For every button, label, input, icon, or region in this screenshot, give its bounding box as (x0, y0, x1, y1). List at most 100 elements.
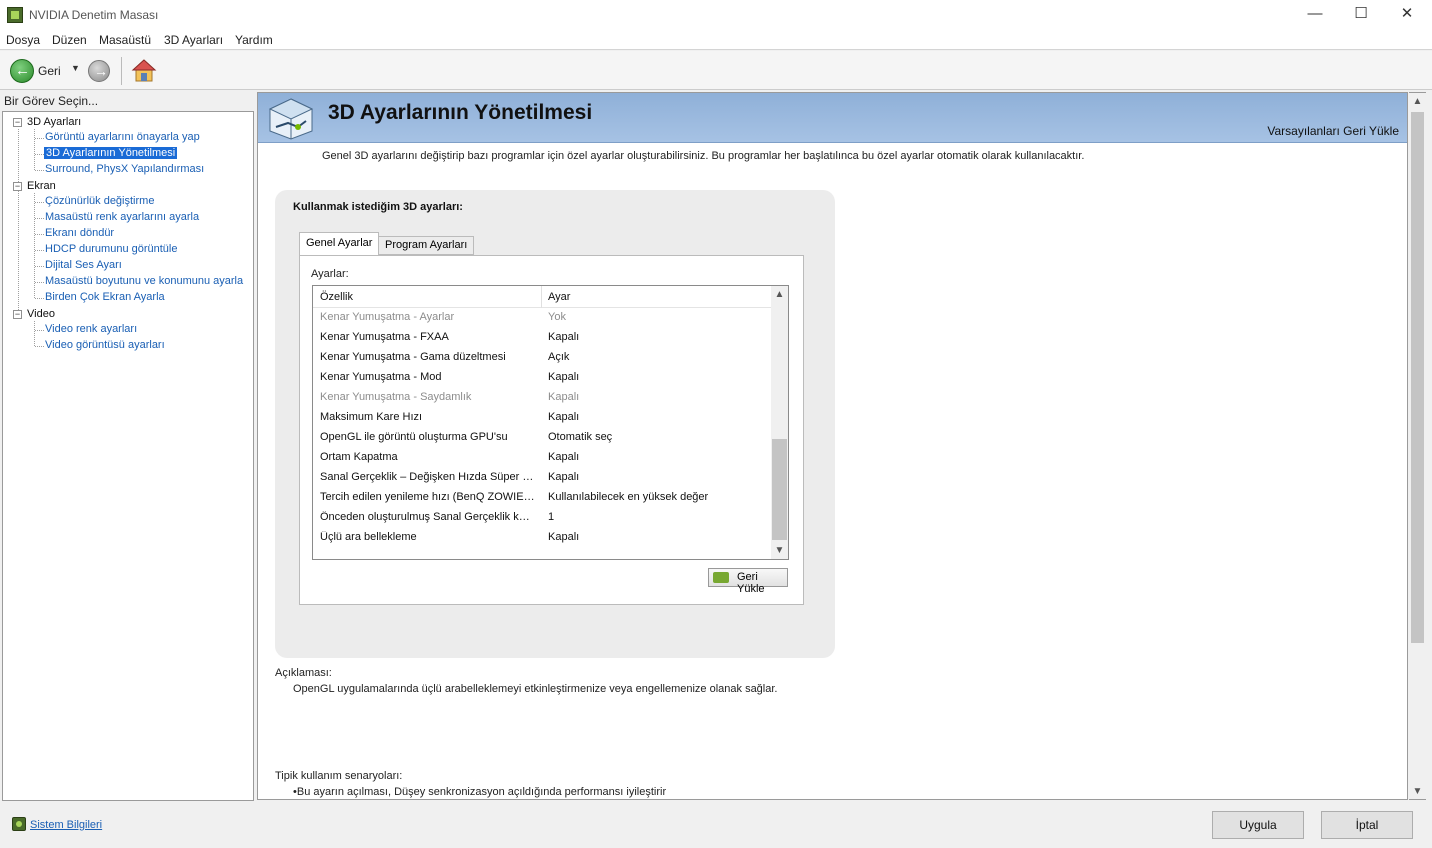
back-dropdown-icon[interactable]: ▼ (71, 63, 80, 73)
tree-item-renk-ayarlari[interactable]: Masaüstü renk ayarlarını ayarla (45, 211, 199, 223)
back-button[interactable]: ← (10, 59, 34, 83)
menu-yardim[interactable]: Yardım (235, 33, 273, 47)
menu-dosya[interactable]: Dosya (6, 33, 40, 47)
tree-line (35, 234, 44, 235)
grid-row[interactable]: Maksimum Kare Hızı Kapalı (313, 408, 771, 428)
tree-line (35, 266, 44, 267)
restore-button[interactable]: Geri Yükle (708, 568, 788, 595)
value-cell[interactable]: Otomatik seç (548, 431, 768, 443)
cancel-button[interactable]: İptal (1321, 811, 1413, 839)
maximize-button[interactable]: ☐ (1338, 0, 1384, 30)
value-cell[interactable]: Kapalı (548, 391, 768, 403)
value-cell[interactable]: Kapalı (548, 331, 768, 343)
minimize-button[interactable]: — (1292, 0, 1338, 30)
feature-cell: Ortam Kapatma (320, 451, 398, 463)
task-tree: − 3D Ayarları Görüntü ayarlarını önayarl… (2, 111, 254, 801)
tree-line (35, 250, 44, 251)
3d-cube-icon (268, 97, 314, 141)
main-content: 3D Ayarlarının Yönetilmesi Varsayılanlar… (257, 92, 1408, 800)
description-text: OpenGL uygulamalarında üçlü arabelleklem… (293, 683, 778, 695)
toolbar: ← Geri ▼ → (0, 51, 1432, 90)
feature-cell: Önceden oluşturulmuş Sanal Gerçeklik kar… (320, 511, 535, 523)
value-cell[interactable]: Yok (548, 311, 768, 323)
feature-cell: Üçlü ara bellekleme (320, 531, 417, 543)
tree-item-cozunurluk[interactable]: Çözünürlük değiştirme (45, 195, 154, 207)
tree-item-video-renk[interactable]: Video renk ayarları (45, 323, 137, 335)
value-cell[interactable]: Kapalı (548, 451, 768, 463)
forward-button[interactable]: → (88, 60, 110, 82)
feature-cell: Kenar Yumuşatma - Gama düzeltmesi (320, 351, 506, 363)
content-scrollbar[interactable]: ▲ ▼ (1409, 92, 1426, 800)
usage-label: Tipik kullanım senaryoları: (275, 770, 403, 782)
grid-scroll-thumb[interactable] (772, 439, 787, 540)
tab-genel-ayarlar[interactable]: Genel Ayarlar (299, 232, 380, 255)
scroll-down-icon[interactable]: ▼ (1409, 783, 1426, 800)
content-scroll-thumb[interactable] (1411, 112, 1424, 643)
value-cell[interactable]: Kullanılabilecek en yüksek değer (548, 491, 768, 503)
restore-defaults-link[interactable]: Varsayılanları Geri Yükle (1267, 124, 1399, 138)
grid-row[interactable]: Ortam Kapatma Kapalı (313, 448, 771, 468)
close-button[interactable]: ✕ (1384, 0, 1430, 30)
tree-item-video-goruntu[interactable]: Video görüntüsü ayarları (45, 339, 165, 351)
nvidia-app-icon (7, 7, 23, 23)
apply-button[interactable]: Uygula (1212, 811, 1304, 839)
expand-toggle-video[interactable]: − (13, 310, 22, 319)
back-label[interactable]: Geri (38, 64, 61, 78)
grid-row[interactable]: Kenar Yumuşatma - FXAA Kapalı (313, 328, 771, 348)
menu-duzen[interactable]: Düzen (52, 33, 87, 47)
grid-row[interactable]: Kenar Yumuşatma - Ayarlar Yok (313, 308, 771, 328)
tree-line (35, 218, 44, 219)
tree-group-3d-ayarlari[interactable]: 3D Ayarları (27, 116, 81, 128)
value-cell[interactable]: 1 (548, 511, 768, 523)
scroll-down-icon[interactable]: ▼ (771, 542, 788, 559)
title-bar: NVIDIA Denetim Masası — ☐ ✕ (0, 0, 1432, 30)
system-info-link[interactable]: Sistem Bilgileri (30, 819, 102, 831)
tree-line (35, 138, 44, 139)
grid-row[interactable]: Kenar Yumuşatma - Mod Kapalı (313, 368, 771, 388)
home-icon[interactable] (131, 58, 157, 84)
grid-row[interactable]: Üçlü ara bellekleme Kapalı (313, 528, 771, 548)
value-cell[interactable]: Açık (548, 351, 768, 363)
tab-program-ayarlari[interactable]: Program Ayarları (378, 236, 475, 255)
scroll-up-icon[interactable]: ▲ (771, 286, 788, 303)
tree-group-video[interactable]: Video (27, 308, 55, 320)
tree-item-dijital-ses[interactable]: Dijital Ses Ayarı (45, 259, 122, 271)
toolbar-separator (121, 57, 122, 85)
tree-item-ekrani-dondur[interactable]: Ekranı döndür (45, 227, 114, 239)
value-cell[interactable]: Kapalı (548, 531, 768, 543)
feature-cell: Kenar Yumuşatma - Ayarlar (320, 311, 455, 323)
value-cell[interactable]: Kapalı (548, 411, 768, 423)
system-info-icon[interactable] (12, 817, 26, 831)
scroll-up-icon[interactable]: ▲ (1409, 93, 1426, 110)
intro-text: Genel 3D ayarlarını değiştirip bazı prog… (322, 150, 1085, 162)
settings-label: Ayarlar: (311, 268, 349, 280)
menu-masaustu[interactable]: Masaüstü (99, 33, 151, 47)
grid-row[interactable]: Tercih edilen yenileme hızı (BenQ ZOWIE … (313, 488, 771, 508)
tree-item-boyut-konum[interactable]: Masaüstü boyutunu ve konumunu ayarla (45, 275, 243, 287)
value-cell[interactable]: Kapalı (548, 371, 768, 383)
grid-row[interactable]: Önceden oluşturulmuş Sanal Gerçeklik kar… (313, 508, 771, 528)
grid-row[interactable]: Kenar Yumuşatma - Saydamlık Kapalı (313, 388, 771, 408)
grid-row[interactable]: Sanal Gerçeklik – Değişken Hızda Süper Ö… (313, 468, 771, 488)
value-cell[interactable]: Kapalı (548, 471, 768, 483)
column-header-value[interactable]: Ayar (548, 291, 570, 303)
column-separator (541, 286, 542, 308)
tree-item-surround-physx[interactable]: Surround, PhysX Yapılandırması (45, 163, 204, 175)
menu-3d-ayarlari[interactable]: 3D Ayarları (164, 33, 223, 47)
tree-line (35, 282, 44, 283)
grid-row[interactable]: Kenar Yumuşatma - Gama düzeltmesi Açık (313, 348, 771, 368)
tree-item-coklu-ekran[interactable]: Birden Çok Ekran Ayarla (45, 291, 165, 303)
expand-toggle-ekran[interactable]: − (13, 182, 22, 191)
tree-item-3d-yonetimi[interactable]: 3D Ayarlarının Yönetilmesi (44, 147, 178, 159)
expand-toggle-3d[interactable]: − (13, 118, 22, 127)
tree-item-hdcp[interactable]: HDCP durumunu görüntüle (45, 243, 177, 255)
column-header-feature[interactable]: Özellik (320, 291, 353, 303)
page-title: 3D Ayarlarının Yönetilmesi (328, 101, 593, 124)
tree-group-ekran[interactable]: Ekran (27, 180, 56, 192)
grid-scrollbar[interactable]: ▲ ▼ (771, 286, 788, 559)
tree-line (35, 202, 44, 203)
tab-panel: Ayarlar: Özellik Ayar Kenar Yumuşatma - … (299, 255, 804, 605)
tree-item-goruntu-onayarla[interactable]: Görüntü ayarlarını önayarla yap (45, 131, 200, 143)
window-title: NVIDIA Denetim Masası (29, 8, 159, 22)
grid-row[interactable]: OpenGL ile görüntü oluşturma GPU'su Otoma… (313, 428, 771, 448)
